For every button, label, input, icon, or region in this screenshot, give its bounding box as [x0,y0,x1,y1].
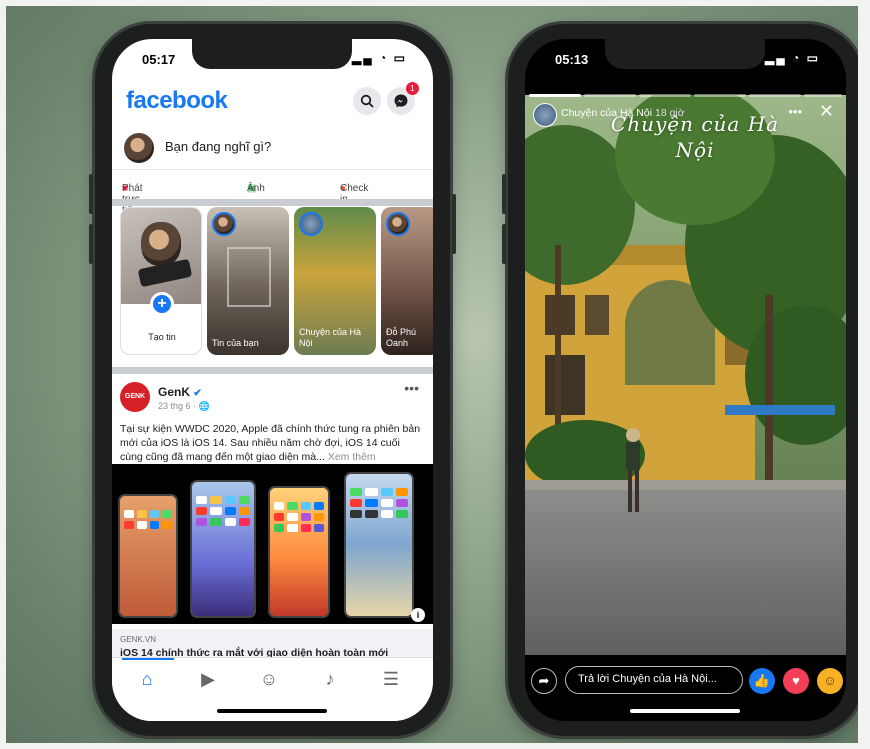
status-icons: ▂▄ ◔ ▭ [765,51,820,65]
story-title[interactable]: Chuyện của Hà Nội 18 giờ [561,107,685,119]
reply-input[interactable]: Trả lời Chuyện của Hà Nội... [565,666,743,694]
window-frame [227,247,271,307]
volume-button [89,174,93,214]
volume-button [502,224,506,264]
divider [112,169,433,170]
home-indicator [217,709,327,713]
story-label: Đỗ Phú Oanh [386,327,417,348]
avatar [212,212,236,236]
phone-mockup [268,486,330,618]
menu-icon[interactable]: ☰ [376,664,406,694]
story-progress-bar [525,94,846,98]
reply-bar: ➦ Trả lời Chuyện của Hà Nội... 👍 ♥ ☺ [525,660,846,700]
post-body: Tại sự kiện WWDC 2020, Apple đã chính th… [120,422,422,464]
progress-segment [804,94,842,97]
active-tab-indicator [122,658,174,660]
facebook-logo[interactable]: facebook [126,87,228,115]
right-phone: 05:13 ▂▄ ◔ ▭ Chuyện của Hà Nội 18 giờ ••… [502,24,869,736]
more-options-icon[interactable]: ••• [404,380,419,396]
link-source: GENK.VN [120,635,157,644]
story-photo[interactable] [525,95,846,655]
verified-icon: ✔ [193,388,202,399]
progress-segment [749,94,801,97]
avatar [299,212,323,236]
power-button [865,194,869,254]
haha-reaction-icon[interactable]: ☺ [817,668,843,694]
story-photo [121,208,201,304]
avatar [141,222,181,266]
story-card[interactable]: Đỗ Phú Oanh [381,207,433,355]
search-icon[interactable] [353,87,381,115]
share-arrow-icon[interactable]: ➦ [531,668,557,694]
story-header: Chuyện của Hà Nội 18 giờ ••• ✕ [525,101,846,129]
stories-tray: + Tạo tin Tin của bạn Chuyện của Hà Nội … [112,207,433,367]
bell-icon[interactable]: ♪ [315,664,345,694]
story-card[interactable]: Chuyện của Hà Nội [294,207,376,355]
phone-mockup [118,494,178,618]
divider [112,367,433,374]
messenger-icon[interactable]: 1 [387,82,419,115]
see-more-link[interactable]: Xem thêm [328,451,376,463]
like-reaction-icon[interactable]: 👍 [749,668,775,694]
progress-segment [529,94,581,97]
phone-mockup [344,472,414,618]
info-icon[interactable]: i [411,608,425,622]
app-header: facebook 1 [112,79,433,127]
bottom-tab-bar: ⌂ ▶ ☺ ♪ ☰ [112,657,433,721]
love-reaction-icon[interactable]: ♥ [783,668,809,694]
facebook-feed-screen: 05:17 ▂▄ ◔ ▭ facebook 1 Bạn đang nghĩ gì… [112,39,433,721]
post-meta: 23 thg 6 · 🌐 [158,401,210,411]
post-author[interactable]: GenK ✔ [158,385,202,399]
story-label: Tin của bạn [212,338,259,348]
story-time: 18 giờ [654,107,685,119]
phone-mockup [190,480,256,618]
status-bar: 05:17 ▂▄ ◔ ▭ [112,49,433,69]
volume-button [502,174,506,214]
avatar [124,133,154,163]
story-avatar[interactable] [533,103,557,127]
story-label: Chuyện của Hà Nội [299,327,362,348]
divider [112,199,433,206]
create-story-label: Tạo tin [148,332,176,342]
status-time: 05:17 [142,52,176,67]
more-options-icon[interactable]: ••• [788,104,802,119]
home-indicator [630,709,740,713]
story-card[interactable]: Tin của bạn [207,207,289,355]
avatar [386,212,410,236]
genk-avatar[interactable]: GENK [120,382,150,412]
progress-segment [639,94,691,97]
create-story-card[interactable]: + Tạo tin [120,207,202,355]
volume-button [89,224,93,264]
home-icon[interactable]: ⌂ [132,664,162,694]
hanoi-street-illustration [525,95,846,655]
close-icon[interactable]: ✕ [819,101,834,122]
story-viewer-screen: 05:13 ▂▄ ◔ ▭ Chuyện của Hà Nội 18 giờ ••… [525,39,846,721]
notification-badge: 1 [406,82,419,95]
composer-actions: ■ Phát trực tiếp ▣ Ảnh ● Check in [112,175,433,216]
post-image[interactable]: i [112,464,433,624]
composer-placeholder[interactable]: Bạn đang nghĩ gì? [165,139,271,154]
author-name: GenK [158,385,191,399]
left-phone: 05:17 ▂▄ ◔ ▭ facebook 1 Bạn đang nghĩ gì… [89,24,456,736]
status-icons: ▂▄ ◔ ▭ [352,51,407,65]
phone-in-hand [137,258,193,288]
progress-segment [694,94,746,97]
progress-segment [584,94,636,97]
status-bar: 05:13 ▂▄ ◔ ▭ [525,49,846,69]
photo-label: Ảnh [247,183,265,194]
power-button [452,194,456,254]
add-story-plus-icon[interactable]: + [150,292,174,316]
watch-icon[interactable]: ▶ [193,664,223,694]
status-time: 05:13 [555,52,589,67]
profile-icon[interactable]: ☺ [254,664,284,694]
composer[interactable]: Bạn đang nghĩ gì? [112,127,433,169]
story-name: Chuyện của Hà Nội [561,107,653,119]
